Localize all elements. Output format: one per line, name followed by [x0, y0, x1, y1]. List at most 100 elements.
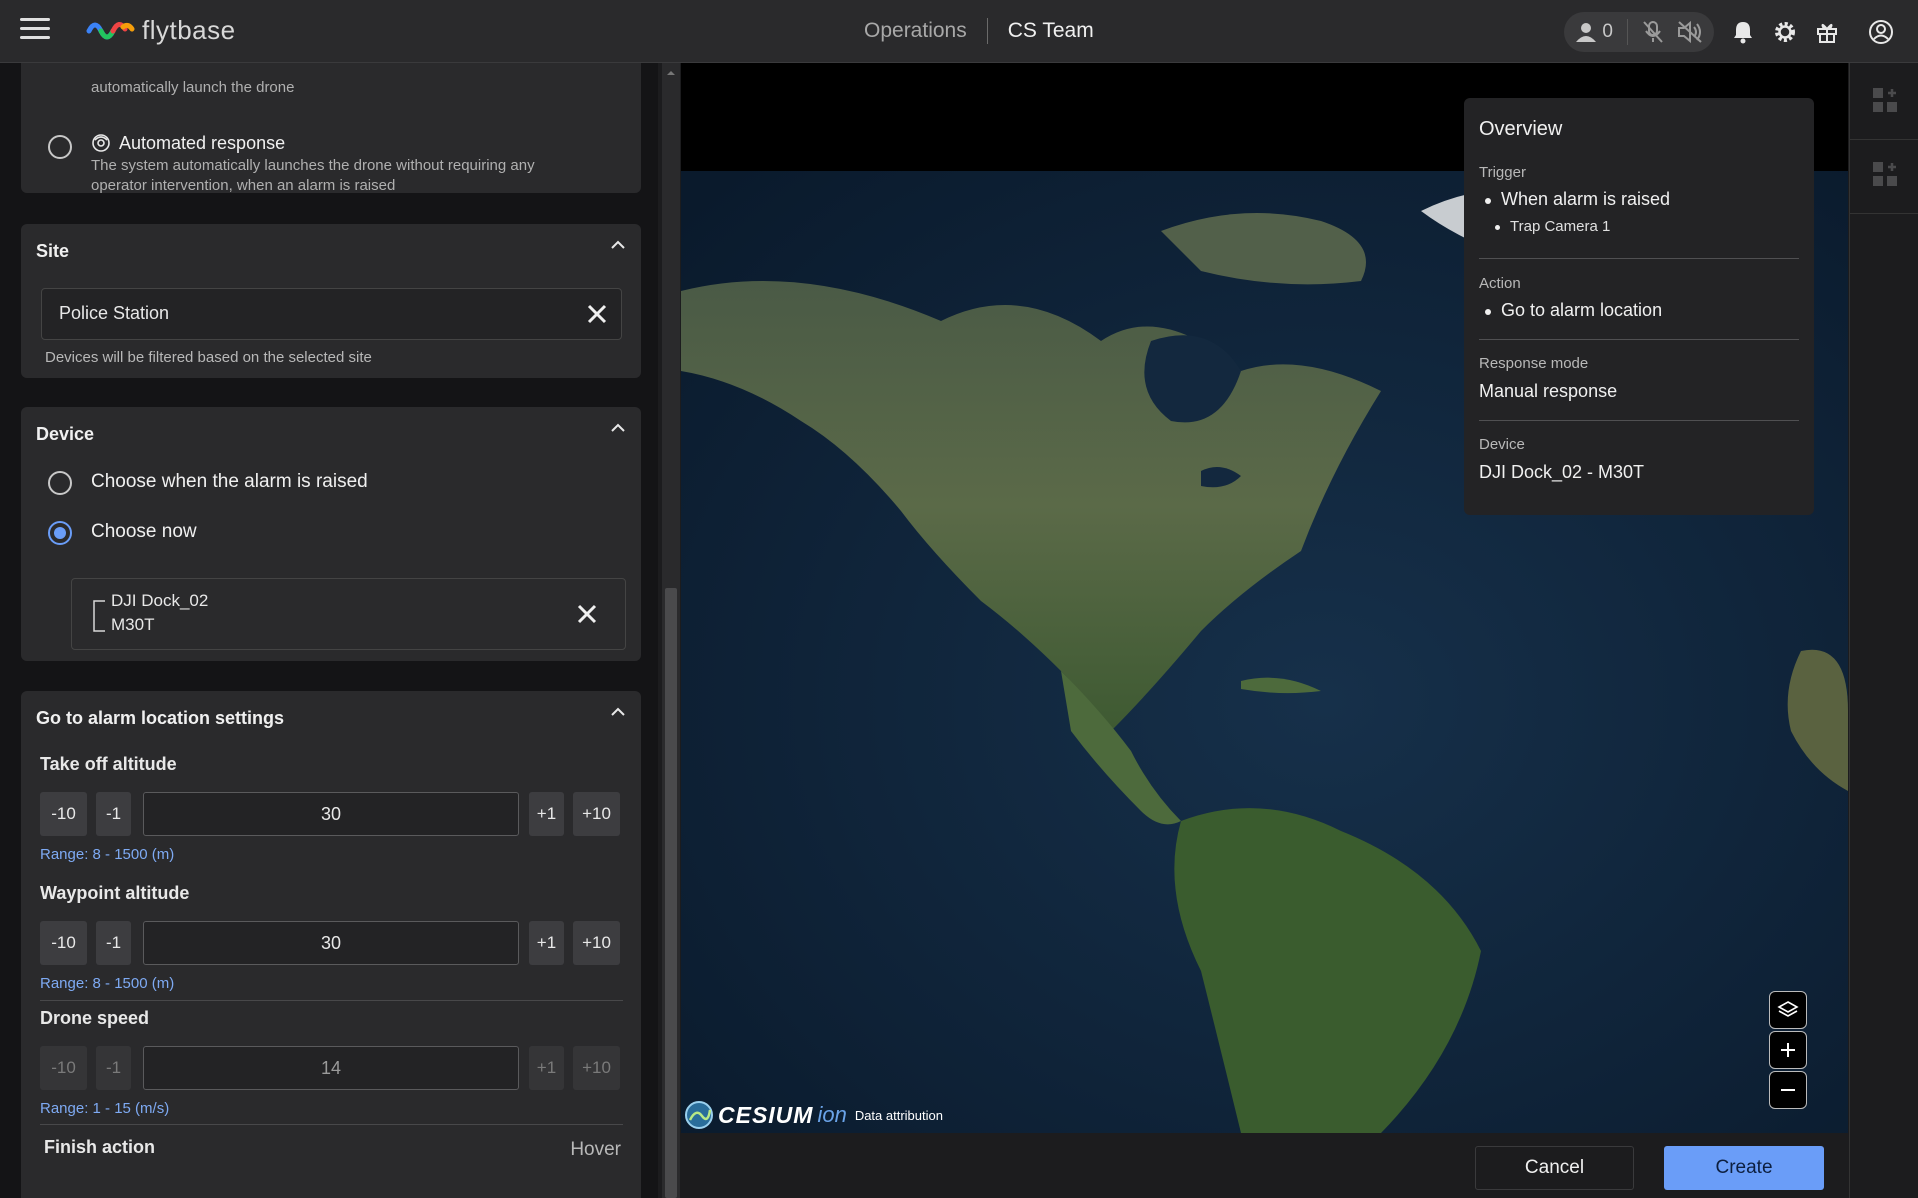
data-attribution-link[interactable]: Data attribution	[855, 1108, 943, 1123]
minus-10-button[interactable]: -10	[40, 921, 87, 965]
device-value: DJI Dock_02 - M30T	[1479, 462, 1645, 482]
alarm-location-settings-card: Go to alarm location settings Take off a…	[21, 691, 641, 1198]
drone-speed-input[interactable]: 14	[143, 1046, 519, 1090]
logo-text: flytbase	[142, 15, 236, 45]
plus-1-button[interactable]: +1	[529, 1046, 564, 1090]
flytbase-logo[interactable]: flytbase	[86, 15, 236, 46]
scrollbar-thumb[interactable]	[665, 588, 677, 1198]
plus-1-button[interactable]: +1	[529, 921, 564, 965]
plus-10-button[interactable]: +10	[573, 1046, 620, 1090]
divider	[1479, 339, 1799, 340]
plus-10-button[interactable]: +10	[573, 792, 620, 836]
finish-action-value[interactable]: Hover	[570, 1139, 621, 1161]
minus-10-button[interactable]: -10	[40, 792, 87, 836]
drone-speed-label: Drone speed	[40, 1008, 150, 1028]
cancel-button[interactable]: Cancel	[1475, 1146, 1634, 1190]
manual-response-desc: automatically launch the drone	[91, 79, 295, 96]
waypoint-altitude-input[interactable]: 30	[143, 921, 519, 965]
minus-icon	[1781, 1089, 1795, 1091]
automated-icon	[92, 134, 110, 152]
gear-icon[interactable]	[1768, 15, 1802, 49]
divider	[1850, 213, 1918, 214]
status-pill: 0	[1564, 11, 1714, 52]
gift-icon[interactable]	[1810, 15, 1844, 49]
drone-speed-stepper: -10 -1 14 +1 +10	[40, 1046, 623, 1090]
device-label: Device	[1479, 436, 1525, 453]
clear-site-icon[interactable]	[585, 302, 609, 326]
zoom-in-button[interactable]	[1769, 1031, 1807, 1069]
nav-operations[interactable]: Operations	[864, 19, 967, 43]
automated-response-radio[interactable]	[48, 135, 72, 159]
takeoff-altitude-input[interactable]: 30	[143, 792, 519, 836]
trigger-label: Trigger	[1479, 164, 1526, 181]
create-button[interactable]: Create	[1664, 1146, 1824, 1190]
chevron-up-icon[interactable]	[609, 703, 627, 721]
choose-now-label[interactable]: Choose now	[91, 521, 197, 543]
finish-action-label: Finish action	[44, 1137, 156, 1157]
minus-1-button[interactable]: -1	[96, 1046, 131, 1090]
profile-icon[interactable]	[1864, 15, 1898, 49]
cesium-brand: CESIUM	[718, 1101, 814, 1128]
left-panel-scrollbar[interactable]	[662, 63, 680, 1198]
site-help-text: Devices will be filtered based on the se…	[45, 349, 372, 366]
waypoint-altitude-stepper: -10 -1 30 +1 +10	[40, 921, 623, 965]
layers-icon	[1777, 1001, 1799, 1017]
action-label: Action	[1479, 275, 1521, 292]
chevron-up-icon[interactable]	[609, 236, 627, 254]
response-mode-label: Response mode	[1479, 355, 1589, 372]
waypoint-range: Range: 8 - 1500 (m)	[40, 975, 175, 992]
takeoff-range: Range: 8 - 1500 (m)	[40, 846, 175, 863]
cesium-attribution: CESIUM ion Data attribution	[684, 1100, 943, 1130]
takeoff-altitude-label: Take off altitude	[40, 754, 177, 774]
divider	[1479, 420, 1799, 421]
choose-now-radio[interactable]	[48, 521, 72, 545]
plus-1-button[interactable]: +1	[529, 792, 564, 836]
nav-team[interactable]: CS Team	[1008, 19, 1094, 43]
bullet	[1485, 309, 1491, 315]
minus-1-button[interactable]: -1	[96, 792, 131, 836]
zoom-out-button[interactable]	[1769, 1071, 1807, 1109]
user-count: 0	[1602, 20, 1613, 42]
layers-button[interactable]	[1769, 991, 1807, 1029]
site-value: Police Station	[59, 303, 170, 323]
choose-later-label[interactable]: Choose when the alarm is raised	[91, 471, 368, 493]
speed-range: Range: 1 - 15 (m/s)	[40, 1100, 170, 1117]
trigger-value: When alarm is raised	[1501, 189, 1671, 209]
device-select[interactable]: DJI Dock_02 M30T	[71, 578, 626, 650]
widget-add-icon[interactable]	[1865, 80, 1905, 120]
overview-panel: Overview Trigger When alarm is raised Tr…	[1464, 98, 1814, 515]
chevron-up-icon[interactable]	[609, 419, 627, 437]
speaker-muted-icon[interactable]	[1676, 19, 1704, 45]
menu-icon[interactable]	[20, 18, 50, 44]
cesium-ion-text: ion	[817, 1102, 847, 1127]
action-value: Go to alarm location	[1501, 300, 1663, 320]
device-name: DJI Dock_02	[111, 591, 209, 610]
bullet	[1495, 225, 1500, 230]
divider	[40, 1124, 623, 1125]
response-mode-card: automatically launch the drone Automated…	[21, 63, 641, 194]
users-icon	[1576, 22, 1597, 42]
bell-icon[interactable]	[1726, 15, 1760, 49]
settings-title: Go to alarm location settings	[36, 708, 285, 728]
clear-device-icon[interactable]	[575, 602, 599, 626]
mic-muted-icon[interactable]	[1640, 19, 1666, 45]
choose-later-radio[interactable]	[48, 471, 72, 495]
plus-10-button[interactable]: +10	[573, 921, 620, 965]
device-model: M30T	[111, 615, 155, 634]
right-rail	[1849, 63, 1918, 1198]
response-mode-value: Manual response	[1479, 381, 1618, 401]
site-select[interactable]: Police Station	[41, 288, 622, 340]
cesium-logo-icon	[685, 1101, 713, 1129]
minus-1-button[interactable]: -1	[96, 921, 131, 965]
nav-divider	[986, 18, 988, 44]
minus-10-button[interactable]: -10	[40, 1046, 87, 1090]
left-panel: automatically launch the drone Automated…	[0, 63, 658, 1198]
widget-add-icon[interactable]	[1865, 154, 1905, 194]
takeoff-altitude-stepper: -10 -1 30 +1 +10	[40, 792, 623, 836]
top-bar: flytbase Operations CS Team 0	[0, 0, 1918, 63]
divider	[1479, 258, 1799, 259]
device-title: Device	[36, 424, 95, 444]
waypoint-altitude-label: Waypoint altitude	[40, 883, 190, 903]
scroll-up-arrow-icon[interactable]	[665, 69, 677, 77]
site-title: Site	[36, 241, 70, 261]
